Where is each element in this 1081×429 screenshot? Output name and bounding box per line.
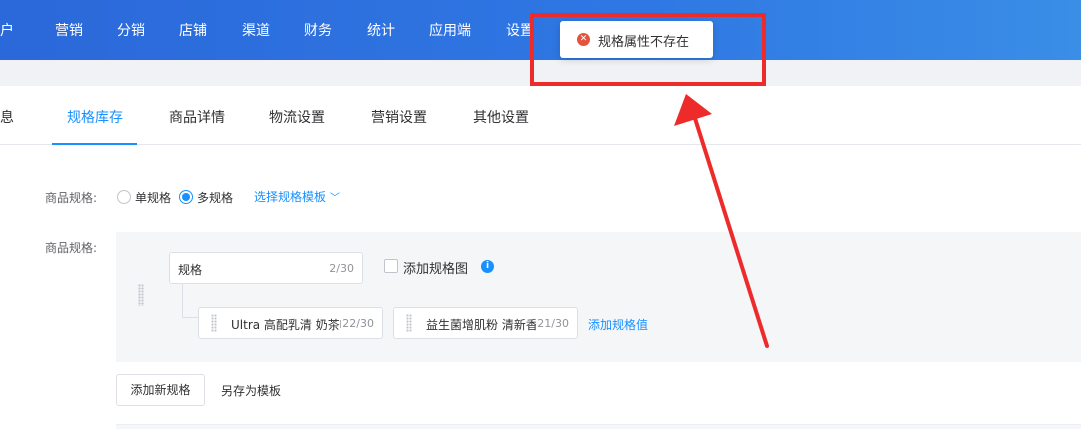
tab-bar: 信息 规格库存 商品详情 物流设置 营销设置 其他设置	[0, 86, 1081, 145]
tab-logistics[interactable]: 物流设置	[269, 107, 325, 127]
product-edit-panel: 信息 规格库存 商品详情 物流设置 营销设置 其他设置 商品规格: 单规格 多规…	[0, 86, 1081, 429]
drag-handle-icon[interactable]	[211, 314, 217, 332]
tab-basic-info[interactable]: 信息	[0, 107, 14, 127]
spec-type-label: 商品规格:	[45, 191, 98, 205]
nav-item-distribution[interactable]: 分销	[117, 20, 145, 40]
spec-editor-area: 规格 2/30 添加规格图 i Ultra 高配乳清 奶茶味 22/30 益生菌…	[116, 232, 1081, 362]
spec-value-count: 22/30	[342, 317, 374, 330]
drag-handle-icon[interactable]	[138, 284, 144, 306]
add-spec-button[interactable]: 添加新规格	[116, 374, 205, 406]
tree-connector	[182, 284, 198, 318]
nav-item-channel[interactable]: 渠道	[242, 20, 270, 40]
spec-value-text: Ultra 高配乳清 奶茶味	[231, 318, 341, 332]
tab-marketing[interactable]: 营销设置	[371, 107, 427, 127]
nav-item-marketing[interactable]: 营销	[55, 20, 83, 40]
single-spec-label[interactable]: 单规格	[135, 189, 171, 206]
tab-other[interactable]: 其他设置	[473, 107, 529, 127]
spec-value-text: 益生菌增肌粉 清新香	[426, 318, 536, 332]
annotation-highlight-box	[530, 13, 766, 86]
sku-table-header	[116, 424, 1081, 429]
tab-product-details[interactable]: 商品详情	[169, 107, 225, 127]
nav-item-users[interactable]: 用户	[0, 20, 14, 40]
multi-spec-radio[interactable]	[179, 190, 193, 204]
save-template-button[interactable]: 另存为模板	[221, 382, 281, 399]
info-icon[interactable]: i	[481, 260, 494, 273]
nav-item-store[interactable]: 店铺	[179, 20, 207, 40]
single-spec-radio[interactable]	[117, 190, 131, 204]
spec-value-count: 21/30	[537, 317, 569, 330]
drag-handle-icon[interactable]	[406, 314, 412, 332]
add-spec-image-checkbox[interactable]	[384, 259, 398, 273]
spec-edit-label: 商品规格:	[45, 241, 98, 255]
spec-value-input[interactable]: 益生菌增肌粉 清新香 21/30	[393, 307, 578, 339]
add-spec-image-label[interactable]: 添加规格图	[403, 258, 468, 277]
spec-value-input[interactable]: Ultra 高配乳清 奶茶味 22/30	[198, 307, 383, 339]
tab-spec-stock[interactable]: 规格库存	[67, 107, 123, 127]
multi-spec-label[interactable]: 多规格	[197, 189, 233, 206]
nav-item-apps[interactable]: 应用端	[429, 20, 471, 40]
spec-name-input[interactable]: 规格 2/30	[169, 252, 363, 284]
nav-item-finance[interactable]: 财务	[304, 20, 332, 40]
active-tab-indicator	[52, 143, 137, 145]
spec-name-value: 规格	[178, 263, 203, 277]
add-spec-value-link[interactable]: 添加规格值	[588, 316, 648, 333]
spec-name-count: 2/30	[329, 262, 354, 275]
chevron-down-icon: ﹀	[329, 193, 340, 204]
nav-item-statistics[interactable]: 统计	[367, 20, 395, 40]
select-template-link[interactable]: 选择规格模板 ﹀	[254, 188, 340, 205]
